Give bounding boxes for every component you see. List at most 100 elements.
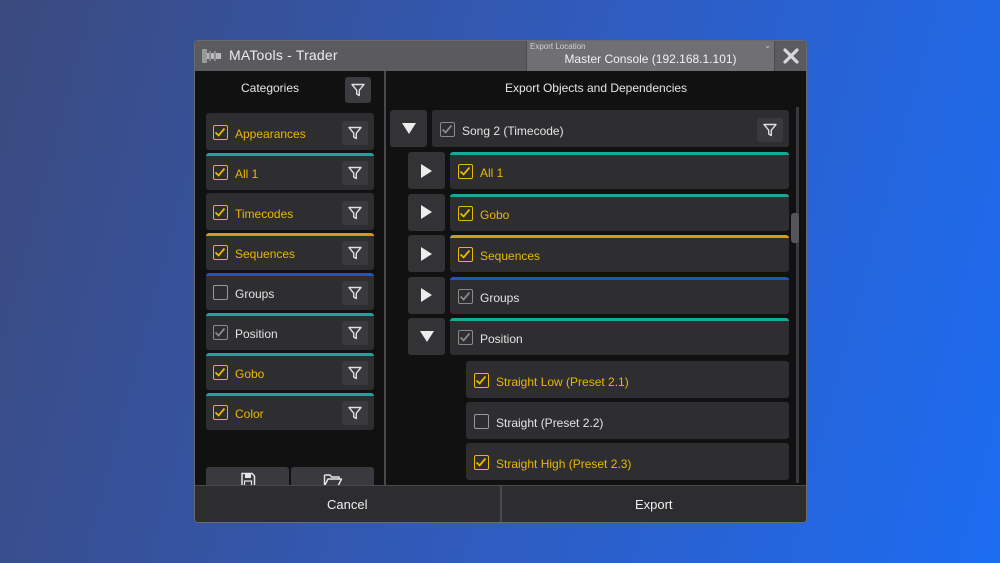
filter-icon [351, 83, 365, 97]
category-row[interactable]: Sequences [206, 233, 374, 270]
checkmark-icon [214, 127, 226, 137]
expand-toggle[interactable] [408, 193, 445, 231]
dependency-row[interactable]: Position [450, 318, 789, 355]
export-button[interactable]: Export [499, 485, 806, 522]
category-checkbox[interactable] [213, 165, 228, 180]
preset-label: Straight Low (Preset 2.1) [496, 375, 629, 389]
scrollbar-track[interactable] [796, 107, 799, 483]
category-filter-button[interactable] [342, 161, 368, 185]
expand-toggle[interactable] [408, 235, 445, 272]
checkmark-icon [214, 367, 226, 377]
filter-icon [348, 166, 362, 180]
triangle-down-icon [401, 122, 416, 134]
root-object-row[interactable]: Song 2 (Timecode) [432, 110, 789, 147]
category-checkbox[interactable] [213, 285, 228, 300]
category-checkbox[interactable] [213, 365, 228, 380]
expand-toggle[interactable] [408, 152, 445, 189]
category-label: Position [235, 327, 278, 341]
title-bar: MATools - Trader Export Location Master … [195, 41, 806, 71]
chevron-down-icon: ⌄ [764, 41, 771, 50]
category-filter-button[interactable] [342, 201, 368, 225]
category-row[interactable]: Gobo [206, 353, 374, 390]
dependency-checkbox[interactable] [458, 330, 473, 345]
dependency-label: Position [480, 332, 523, 346]
categories-title: Categories [240, 81, 300, 95]
category-checkbox[interactable] [213, 405, 228, 420]
root-object-label: Song 2 (Timecode) [462, 124, 564, 138]
expand-toggle[interactable] [408, 276, 445, 314]
category-filter-button[interactable] [342, 241, 368, 265]
checkmark-icon [214, 327, 226, 337]
categories-filter-button[interactable] [345, 77, 371, 103]
checkmark-icon [475, 457, 487, 467]
category-filter-button[interactable] [342, 281, 368, 305]
preset-row[interactable]: Straight (Preset 2.2) [466, 402, 789, 439]
trader-window: MATools - Trader Export Location Master … [194, 40, 807, 523]
filter-icon [348, 286, 362, 300]
category-row[interactable]: All 1 [206, 153, 374, 190]
triangle-right-icon [420, 163, 432, 178]
preset-checkbox[interactable] [474, 414, 489, 429]
triangle-right-icon [420, 246, 432, 261]
dependency-checkbox[interactable] [458, 288, 473, 304]
dependency-row[interactable]: Gobo [450, 193, 789, 231]
dependency-label: Gobo [480, 207, 510, 222]
checkmark-icon [459, 166, 471, 176]
filter-icon [348, 206, 362, 220]
root-object-checkbox[interactable] [440, 122, 455, 137]
dialog-footer: Cancel Export [195, 485, 806, 522]
checkmark-icon [475, 375, 487, 385]
window-title: MATools - Trader [229, 47, 338, 63]
triangle-right-icon [420, 288, 432, 302]
dependency-row[interactable]: Groups [450, 276, 789, 314]
export-location-selector[interactable]: Export Location Master Console (192.168.… [526, 41, 775, 71]
categories-list: Appearances All 1 Timecodes Sequences Groups… [206, 113, 374, 433]
category-filter-button[interactable] [342, 121, 368, 145]
category-row[interactable]: Timecodes [206, 193, 374, 230]
dependency-label: Groups [480, 290, 520, 305]
checkmark-icon [214, 207, 226, 217]
category-checkbox[interactable] [213, 325, 228, 340]
close-icon [783, 48, 799, 64]
category-label: Gobo [235, 367, 265, 381]
dependency-row[interactable]: Sequences [450, 235, 789, 272]
cancel-button[interactable]: Cancel [195, 485, 500, 522]
close-button[interactable] [776, 41, 806, 71]
category-label: All 1 [235, 167, 259, 181]
filter-icon [348, 366, 362, 380]
category-checkbox[interactable] [213, 125, 228, 140]
preset-label: Straight High (Preset 2.3) [496, 457, 632, 471]
filter-icon [348, 406, 362, 420]
category-row[interactable]: Appearances [206, 113, 374, 150]
dependency-checkbox[interactable] [458, 164, 473, 179]
export-objects-title: Export Objects and Dependencies [504, 81, 688, 95]
category-row[interactable]: Color [206, 393, 374, 430]
triangle-right-icon [420, 205, 432, 219]
category-filter-button[interactable] [342, 321, 368, 345]
trader-app-icon [201, 47, 223, 65]
scrollbar-handle[interactable] [791, 213, 799, 243]
category-checkbox[interactable] [213, 205, 228, 220]
export-location-label: Export Location [530, 42, 586, 51]
dependency-checkbox[interactable] [458, 205, 473, 221]
expand-toggle[interactable] [408, 318, 445, 355]
preset-checkbox[interactable] [474, 373, 489, 388]
category-label: Color [235, 407, 264, 421]
category-checkbox[interactable] [213, 245, 228, 260]
checkmark-icon [214, 167, 226, 177]
expand-toggle-root[interactable] [390, 110, 427, 147]
category-filter-button[interactable] [342, 361, 368, 385]
category-row[interactable]: Groups [206, 273, 374, 310]
preset-checkbox[interactable] [474, 455, 489, 470]
checkmark-icon [459, 249, 471, 259]
category-row[interactable]: Position [206, 313, 374, 350]
dependency-checkbox[interactable] [458, 247, 473, 262]
preset-row[interactable]: Straight Low (Preset 2.1) [466, 361, 789, 398]
category-filter-button[interactable] [342, 401, 368, 425]
dependency-row[interactable]: All 1 [450, 152, 789, 189]
dependency-label: Sequences [480, 249, 541, 263]
preset-row[interactable]: Straight High (Preset 2.3) [466, 443, 789, 480]
root-object-filter-button[interactable] [757, 118, 783, 142]
export-objects-panel: Export Objects and Dependencies Song 2 (… [386, 71, 806, 485]
preset-label: Straight (Preset 2.2) [496, 416, 604, 430]
